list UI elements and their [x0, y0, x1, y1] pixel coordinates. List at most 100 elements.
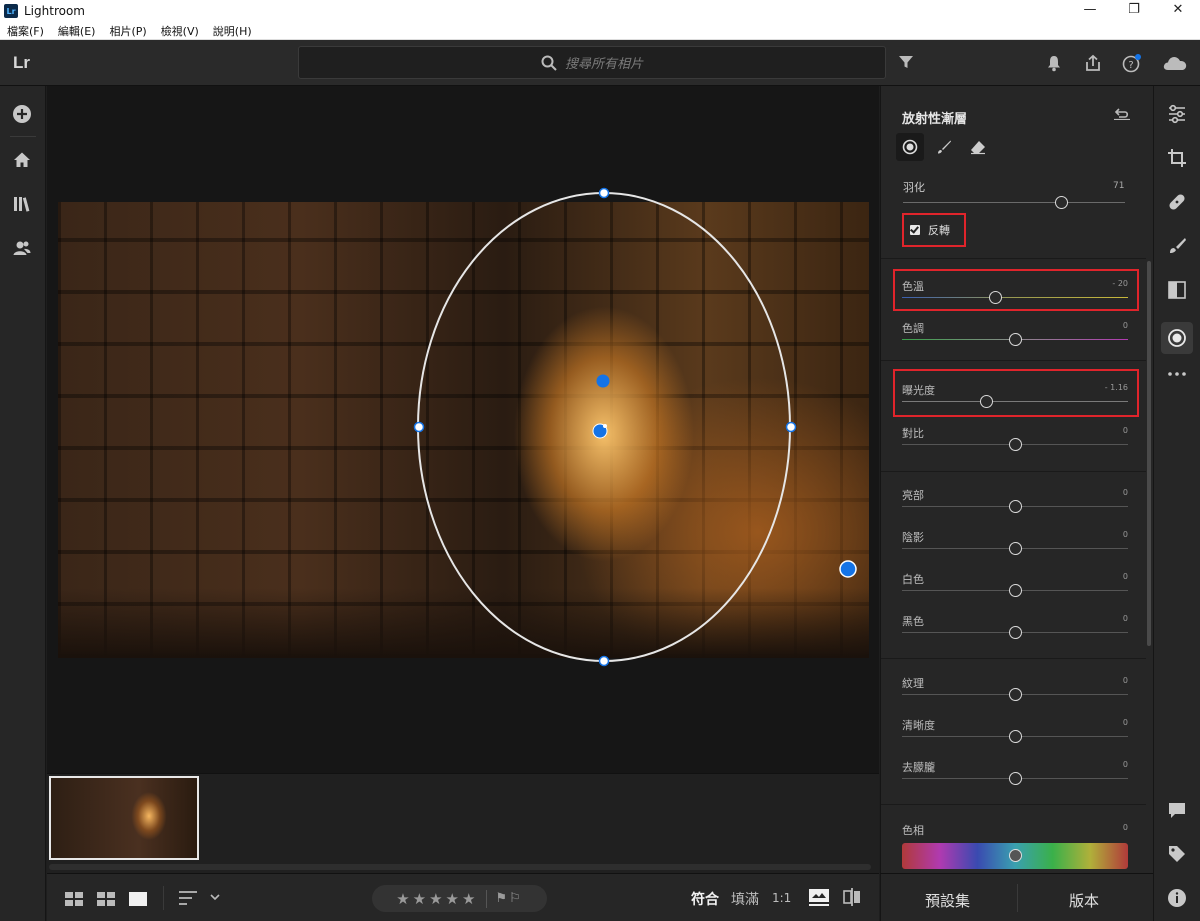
cloud-icon[interactable]: [1162, 54, 1188, 72]
search-input[interactable]: 搜尋所有相片: [298, 46, 886, 79]
star-rating[interactable]: ★★★★★ ⚑⚐: [372, 885, 547, 912]
menu-file[interactable]: 檔案(F): [0, 23, 51, 39]
library-icon[interactable]: [12, 194, 32, 214]
feather-slider[interactable]: [903, 196, 1125, 210]
hue-gradient-slider[interactable]: [902, 843, 1128, 869]
detail-view-icon[interactable]: [129, 892, 147, 906]
info-icon[interactable]: [1167, 888, 1187, 908]
share-icon[interactable]: [1084, 54, 1102, 72]
filmstrip-scrollbar[interactable]: [49, 864, 871, 870]
menu-edit[interactable]: 編輯(E): [51, 23, 103, 39]
menu-help[interactable]: 說明(H): [206, 23, 259, 39]
comment-icon[interactable]: [1167, 800, 1187, 820]
bell-icon[interactable]: [1046, 54, 1062, 72]
filmstrip-thumbnail[interactable]: [49, 776, 199, 860]
mask-pin-upper[interactable]: [596, 374, 610, 388]
dehaze-slider[interactable]: [902, 772, 1128, 786]
temperature-slider[interactable]: [902, 291, 1128, 305]
mask-pin-external[interactable]: [839, 560, 857, 578]
filter-icon[interactable]: [898, 54, 914, 70]
sort-icon[interactable]: [179, 891, 197, 905]
texture-thumb[interactable]: [1009, 688, 1022, 701]
contrast-thumb[interactable]: [1009, 438, 1022, 451]
bottom-toolbar: ★★★★★ ⚑⚐ 符合 填滿 1:1: [47, 873, 879, 921]
maximize-button[interactable]: ❐: [1112, 0, 1156, 22]
invert-checkbox[interactable]: [910, 225, 920, 235]
flag-buttons[interactable]: ⚑⚐: [495, 891, 522, 906]
more-icon[interactable]: [1167, 370, 1187, 378]
ellipse-handle-right[interactable]: [785, 421, 797, 433]
healing-icon[interactable]: [1167, 192, 1187, 212]
clarity-thumb[interactable]: [1009, 730, 1022, 743]
compare-icon[interactable]: [809, 889, 829, 906]
close-button[interactable]: ✕: [1156, 0, 1200, 22]
exposure-thumb[interactable]: [979, 395, 993, 408]
ellipse-handle-left[interactable]: [413, 421, 425, 433]
zoom-fit[interactable]: 符合: [691, 889, 719, 909]
exposure-slider[interactable]: [902, 395, 1128, 409]
photo-grid-icon[interactable]: [97, 892, 115, 906]
dehaze-value: 0: [1122, 760, 1128, 769]
radial-gradient-icon[interactable]: [1167, 328, 1187, 348]
eraser-tool-tab[interactable]: [964, 133, 992, 161]
zoom-fill[interactable]: 填滿: [731, 889, 759, 909]
reset-icon[interactable]: [1113, 106, 1131, 120]
before-after-icon[interactable]: [843, 888, 861, 906]
highlights-thumb[interactable]: [1009, 500, 1022, 513]
menu-photo[interactable]: 相片(P): [102, 23, 153, 39]
minimize-button[interactable]: —: [1068, 0, 1112, 22]
radial-gradient-overlay[interactable]: [47, 86, 879, 773]
temperature-thumb[interactable]: [988, 291, 1002, 304]
linear-gradient-icon[interactable]: [1167, 280, 1187, 300]
chevron-down-icon[interactable]: [210, 894, 220, 901]
panel-scrollbar[interactable]: [1147, 261, 1151, 646]
tint-thumb[interactable]: [1009, 333, 1022, 346]
feather-thumb[interactable]: [1054, 196, 1068, 209]
brush-mask-icon[interactable]: [1167, 236, 1187, 256]
ellipse-handle-top[interactable]: [598, 187, 610, 199]
help-icon[interactable]: ?: [1122, 54, 1142, 74]
tint-value: 0: [1122, 321, 1128, 330]
highlights-value: 0: [1122, 488, 1128, 497]
radial-tool-tab[interactable]: [896, 133, 924, 161]
crop-icon[interactable]: [1167, 148, 1187, 168]
tint-slider[interactable]: [902, 333, 1128, 347]
window-title: Lightroom: [24, 4, 85, 18]
shadows-thumb[interactable]: [1009, 542, 1022, 555]
whites-thumb[interactable]: [1009, 584, 1022, 597]
square-grid-icon[interactable]: [65, 892, 83, 906]
tag-icon[interactable]: [1167, 844, 1187, 864]
rating-stars[interactable]: ★★★★★: [396, 890, 478, 908]
menu-bar: 檔案(F) 編輯(E) 相片(P) 檢視(V) 說明(H): [0, 22, 1200, 40]
brush-tool-tab[interactable]: [930, 133, 958, 161]
blacks-thumb[interactable]: [1009, 626, 1022, 639]
contrast-slider[interactable]: [902, 438, 1128, 452]
menu-view[interactable]: 檢視(V): [154, 23, 206, 39]
photo-canvas[interactable]: [47, 86, 879, 773]
window-controls: — ❐ ✕: [1068, 0, 1200, 22]
versions-button[interactable]: 版本: [1069, 890, 1099, 911]
people-icon[interactable]: [12, 238, 32, 258]
clarity-slider[interactable]: [902, 730, 1128, 744]
edit-sliders-icon[interactable]: [1167, 104, 1187, 124]
texture-slider[interactable]: [902, 688, 1128, 702]
filmstrip: [47, 773, 879, 873]
rating-divider: [486, 889, 488, 908]
highlights-slider[interactable]: [902, 500, 1128, 514]
whites-slider[interactable]: [902, 584, 1128, 598]
add-photos-icon[interactable]: [12, 104, 32, 124]
shadows-slider[interactable]: [902, 542, 1128, 556]
home-icon[interactable]: [12, 150, 32, 170]
invert-toggle[interactable]: 反轉: [902, 213, 966, 247]
invert-label: 反轉: [928, 224, 950, 237]
hue-label: 色相: [902, 824, 924, 837]
hue-thumb[interactable]: [1009, 849, 1022, 862]
sidebar-divider: [10, 136, 36, 137]
blacks-slider[interactable]: [902, 626, 1128, 640]
mask-tool-tabs: [896, 133, 992, 161]
dehaze-thumb[interactable]: [1009, 772, 1022, 785]
ellipse-handle-bottom[interactable]: [598, 655, 610, 667]
zoom-one-to-one[interactable]: 1:1: [772, 891, 791, 905]
presets-button[interactable]: 預設集: [925, 890, 970, 911]
whites-value: 0: [1122, 572, 1128, 581]
